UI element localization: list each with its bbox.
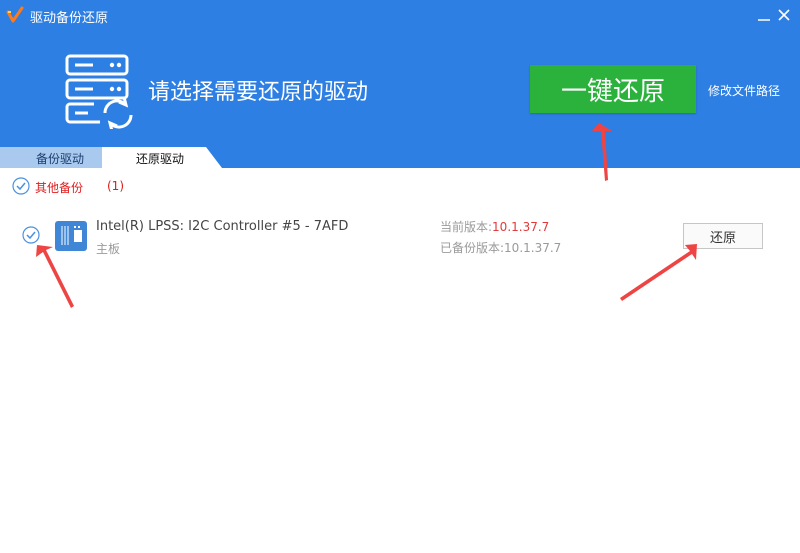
backup-version: 已备份版本:10.1.37.7 xyxy=(440,239,561,256)
tab-restore-label: 还原驱动 xyxy=(136,152,185,166)
tab-backup[interactable]: 备份驱动 xyxy=(0,147,118,168)
arrow-to-checkbox xyxy=(36,245,74,308)
driver-name: Intel(R) LPSS: I2C Controller #5 - 7AFD xyxy=(96,219,349,234)
current-version-label: 当前版本: xyxy=(440,220,493,234)
window-title: 驱动备份还原 xyxy=(30,11,109,26)
title-bar: 驱动备份还原 xyxy=(0,0,800,30)
group-checkbox-icon[interactable] xyxy=(12,177,30,195)
group-count: (1) xyxy=(107,179,124,193)
hero-heading: 请选择需要还原的驱动 xyxy=(148,80,369,105)
backup-version-value: 10.1.37.7 xyxy=(504,241,562,255)
tab-restore[interactable]: 还原驱动 xyxy=(102,147,222,168)
chip-icon xyxy=(55,221,87,251)
one-click-restore-button[interactable]: 一键还原 xyxy=(530,65,696,113)
backup-version-label: 已备份版本: xyxy=(440,241,505,255)
header-banner: 驱动备份还原 请选择需要还原的驱动 一键还原 修改文件路径 备份驱动 还原驱动 xyxy=(0,0,800,168)
current-version: 当前版本:10.1.37.7 xyxy=(440,218,549,235)
app-logo-icon xyxy=(6,6,24,23)
close-icon[interactable] xyxy=(776,7,792,23)
group-label: 其他备份 xyxy=(35,181,84,195)
arrow-to-restore-button xyxy=(620,244,697,301)
tab-backup-label: 备份驱动 xyxy=(36,152,85,166)
current-version-value: 10.1.37.7 xyxy=(492,220,550,234)
server-restore-icon xyxy=(65,54,133,129)
driver-category: 主板 xyxy=(96,242,121,256)
restore-button[interactable]: 还原 xyxy=(683,223,763,249)
driver-checkbox-icon[interactable] xyxy=(22,226,40,244)
minimize-icon[interactable] xyxy=(756,7,772,23)
change-path-link[interactable]: 修改文件路径 xyxy=(708,82,780,99)
